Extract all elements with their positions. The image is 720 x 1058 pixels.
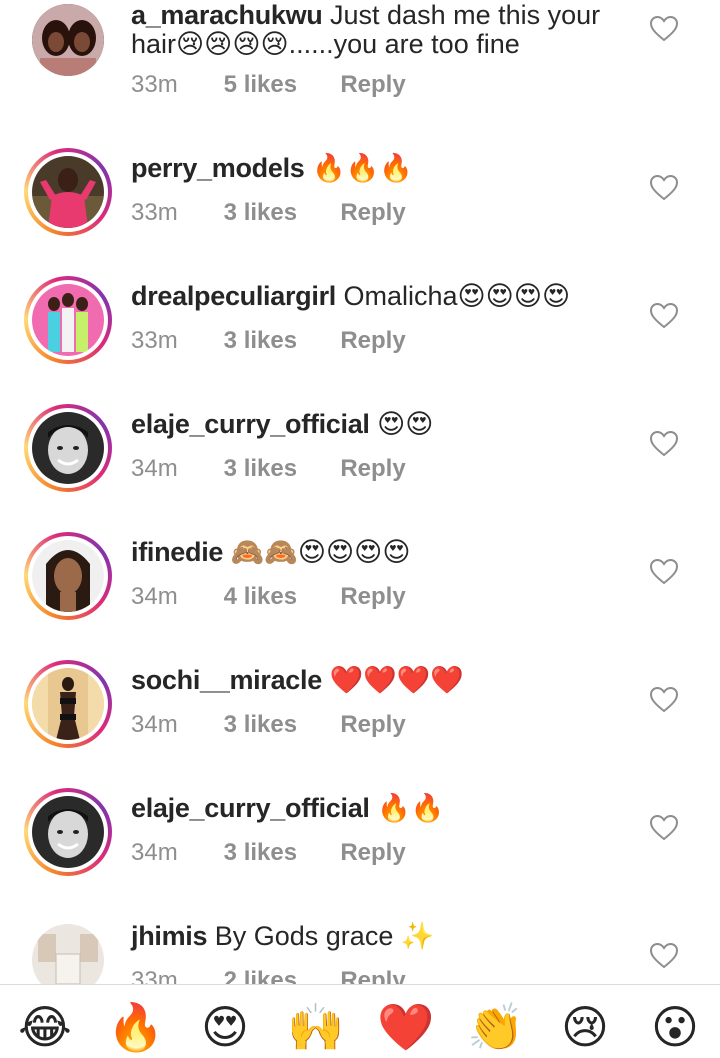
- emoji-crying-face-button[interactable]: 😢: [557, 999, 613, 1055]
- avatar-story-ring[interactable]: [24, 404, 112, 492]
- quick-emoji-bar: 😂 🔥 😍 🙌 ❤️ 👏 😢 😮: [0, 984, 720, 1058]
- comment-meta: 34m 4 likes Reply: [131, 583, 406, 611]
- comment-text: 🙈🙈😍😍😍😍: [230, 537, 411, 567]
- comment-username[interactable]: ifinedie: [131, 537, 223, 567]
- comments-list: a_marachukwu Just dash me this your hair…: [0, 0, 720, 984]
- comment-time: 34m: [131, 839, 178, 866]
- comment-likes[interactable]: 3 likes: [224, 327, 334, 355]
- comment-text: Just dash me this your: [330, 0, 601, 30]
- comment-username[interactable]: a_marachukwu: [131, 0, 323, 30]
- comment-username[interactable]: sochi__miracle: [131, 665, 322, 695]
- comment-likes[interactable]: 3 likes: [224, 455, 334, 483]
- heart-outline-icon[interactable]: [650, 815, 678, 841]
- comment-text: By Gods grace ✨: [214, 921, 435, 951]
- comment-time: 33m: [131, 71, 178, 98]
- comment-item: elaje_curry_official 😍😍 34m 3 likes Repl…: [0, 384, 720, 512]
- comment-time: 34m: [131, 711, 178, 738]
- reply-button[interactable]: Reply: [340, 711, 405, 739]
- comment-item: jhimis By Gods grace ✨ 33m 2 likes Reply: [0, 896, 720, 984]
- avatar-story-ring[interactable]: [24, 788, 112, 876]
- comment-meta: 33m 3 likes Reply: [131, 199, 406, 227]
- comment-username[interactable]: elaje_curry_official: [131, 793, 370, 823]
- comment-likes[interactable]: 3 likes: [224, 711, 334, 739]
- comment-text: ❤️❤️❤️❤️: [329, 665, 464, 695]
- emoji-heart-eyes-button[interactable]: 😍: [197, 999, 253, 1055]
- comment-meta: 34m 3 likes Reply: [131, 839, 406, 867]
- reply-button[interactable]: Reply: [340, 455, 405, 483]
- emoji-red-heart-button[interactable]: ❤️: [377, 999, 434, 1055]
- comment-text-continued: hair😢😢😢😢......you are too fine: [131, 29, 520, 59]
- comment-meta: 33m 3 likes Reply: [131, 327, 406, 355]
- comment-text: 🔥🔥: [377, 793, 445, 823]
- comment-item: sochi__miracle ❤️❤️❤️❤️ 34m 3 likes Repl…: [0, 640, 720, 768]
- comment-text: 😍😍: [377, 409, 434, 439]
- emoji-fire-button[interactable]: 🔥: [107, 999, 164, 1055]
- comment-likes[interactable]: 3 likes: [224, 839, 334, 867]
- comment-meta: 34m 3 likes Reply: [131, 455, 406, 483]
- avatar[interactable]: [24, 0, 112, 84]
- comment-username[interactable]: jhimis: [131, 921, 208, 951]
- comment-username[interactable]: drealpeculiargirl: [131, 281, 336, 311]
- avatar-story-ring[interactable]: [24, 148, 112, 236]
- emoji-clapping-hands-button[interactable]: 👏: [467, 999, 524, 1055]
- comment-text: 🔥🔥🔥: [312, 153, 413, 183]
- comment-time: 34m: [131, 583, 178, 610]
- emoji-surprised-face-button[interactable]: 😮: [647, 999, 703, 1055]
- comment-text: Omalicha😍😍😍😍: [343, 281, 571, 311]
- heart-outline-icon[interactable]: [650, 687, 678, 713]
- comment-item: a_marachukwu Just dash me this your hair…: [0, 0, 720, 99]
- heart-outline-icon[interactable]: [650, 559, 678, 585]
- emoji-raising-hands-button[interactable]: 🙌: [287, 999, 344, 1055]
- avatar-story-ring[interactable]: [24, 660, 112, 748]
- comment-item: drealpeculiargirl Omalicha😍😍😍😍 33m 3 lik…: [0, 256, 720, 384]
- comment-likes[interactable]: 4 likes: [224, 583, 334, 611]
- reply-button[interactable]: Reply: [340, 71, 405, 99]
- heart-outline-icon[interactable]: [650, 431, 678, 457]
- heart-outline-icon[interactable]: [650, 16, 678, 42]
- comment-username[interactable]: elaje_curry_official: [131, 409, 370, 439]
- comment-item: perry_models 🔥🔥🔥 33m 3 likes Reply: [0, 128, 720, 256]
- comment-likes[interactable]: 3 likes: [224, 199, 334, 227]
- comment-likes[interactable]: 5 likes: [224, 71, 334, 99]
- comment-time: 33m: [131, 199, 178, 226]
- comment-likes[interactable]: 2 likes: [224, 967, 334, 984]
- emoji-tears-of-joy-button[interactable]: 😂: [17, 999, 73, 1055]
- reply-button[interactable]: Reply: [340, 583, 405, 611]
- reply-button[interactable]: Reply: [340, 839, 405, 867]
- comment-time: 34m: [131, 455, 178, 482]
- comment-item: elaje_curry_official 🔥🔥 34m 3 likes Repl…: [0, 768, 720, 896]
- comment-username[interactable]: perry_models: [131, 153, 305, 183]
- comment-time: 33m: [131, 327, 178, 354]
- heart-outline-icon[interactable]: [650, 303, 678, 329]
- comment-time: 33m: [131, 967, 178, 984]
- heart-outline-icon[interactable]: [650, 175, 678, 201]
- avatar[interactable]: [24, 916, 112, 984]
- comment-meta: 33m 2 likes Reply: [131, 967, 406, 984]
- comment-meta: 33m 5 likes Reply: [131, 71, 406, 99]
- reply-button[interactable]: Reply: [340, 327, 405, 355]
- heart-outline-icon[interactable]: [650, 943, 678, 969]
- avatar-story-ring[interactable]: [24, 532, 112, 620]
- reply-button[interactable]: Reply: [340, 967, 405, 984]
- avatar-story-ring[interactable]: [24, 276, 112, 364]
- comment-meta: 34m 3 likes Reply: [131, 711, 406, 739]
- comment-item: ifinedie 🙈🙈😍😍😍😍 34m 4 likes Reply: [0, 512, 720, 640]
- reply-button[interactable]: Reply: [340, 199, 405, 227]
